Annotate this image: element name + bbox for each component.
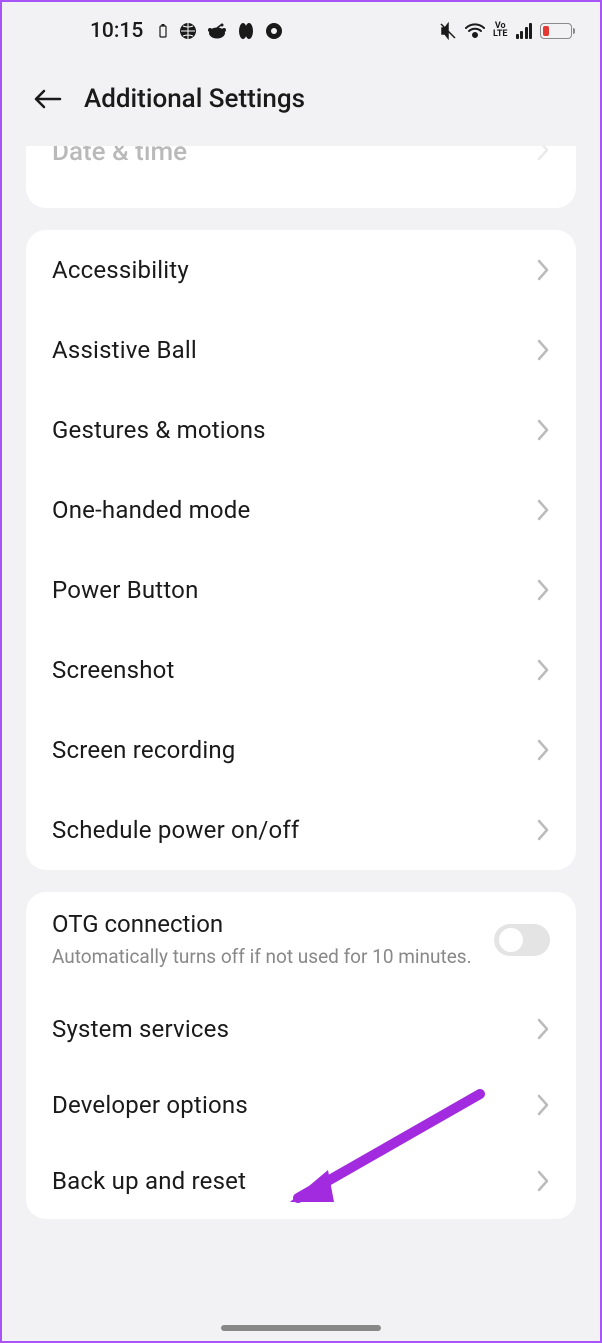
- back-button[interactable]: [32, 83, 64, 115]
- nav-bar[interactable]: [221, 1325, 381, 1331]
- row-screen-recording[interactable]: Screen recording: [26, 710, 576, 790]
- status-bar: 10:15 VoLTE: [2, 2, 600, 60]
- chevron-right-icon: [536, 1169, 550, 1193]
- row-label: Assistive Ball: [52, 336, 197, 364]
- settings-group-1: Accessibility Assistive Ball Gestures & …: [26, 230, 576, 870]
- chevron-right-icon: [536, 1093, 550, 1117]
- row-desc: Automatically turns off if not used for …: [52, 944, 474, 971]
- row-label: One-handed mode: [52, 496, 250, 524]
- row-date-time[interactable]: Date & time: [52, 146, 550, 186]
- row-label: Back up and reset: [52, 1167, 246, 1195]
- row-otg-text: OTG connection Automatically turns off i…: [52, 910, 494, 971]
- status-time: 10:15: [90, 19, 143, 43]
- settings-group-2: OTG connection Automatically turns off i…: [26, 892, 576, 1219]
- chevron-right-icon: [536, 578, 550, 602]
- row-schedule-power[interactable]: Schedule power on/off: [26, 790, 576, 870]
- chevron-right-icon: [536, 658, 550, 682]
- chevron-right-icon: [536, 738, 550, 762]
- row-label: Schedule power on/off: [52, 816, 299, 844]
- row-otg: OTG connection Automatically turns off i…: [26, 892, 576, 991]
- status-right: VoLTE: [439, 22, 572, 40]
- pill-icon: [237, 22, 255, 40]
- row-developer-options[interactable]: Developer options: [26, 1067, 576, 1143]
- row-label: Power Button: [52, 576, 199, 604]
- app-header: Additional Settings: [2, 60, 600, 138]
- row-label: Screenshot: [52, 656, 175, 684]
- toggle-knob: [499, 928, 523, 952]
- chevron-right-icon: [536, 146, 550, 166]
- row-power-button[interactable]: Power Button: [26, 550, 576, 630]
- volte-icon: VoLTE: [493, 23, 508, 38]
- chevron-right-icon: [536, 818, 550, 842]
- row-label: Accessibility: [52, 256, 189, 284]
- row-label: System services: [52, 1015, 229, 1043]
- otg-toggle[interactable]: [494, 924, 550, 956]
- row-screenshot[interactable]: Screenshot: [26, 630, 576, 710]
- row-system-services[interactable]: System services: [26, 991, 576, 1067]
- row-accessibility[interactable]: Accessibility: [26, 230, 576, 310]
- card-partial: Date & time: [26, 146, 576, 208]
- row-back-up-reset[interactable]: Back up and reset: [26, 1143, 576, 1219]
- mute-icon: [439, 22, 457, 40]
- wifi-icon: [465, 23, 485, 39]
- chevron-right-icon: [536, 258, 550, 282]
- row-gestures[interactable]: Gestures & motions: [26, 390, 576, 470]
- status-left: 10:15: [90, 19, 283, 43]
- row-label: Date & time: [52, 146, 187, 167]
- reddit-icon: [207, 23, 227, 39]
- chevron-right-icon: [536, 338, 550, 362]
- row-label: Gestures & motions: [52, 416, 266, 444]
- chevron-right-icon: [536, 1017, 550, 1041]
- signal-icon: [516, 23, 533, 39]
- row-assistive-ball[interactable]: Assistive Ball: [26, 310, 576, 390]
- chevron-right-icon: [536, 418, 550, 442]
- chevron-right-icon: [536, 498, 550, 522]
- row-label: Developer options: [52, 1091, 248, 1119]
- row-label: OTG connection: [52, 910, 474, 938]
- circle-icon: [265, 22, 283, 40]
- page-title: Additional Settings: [84, 84, 305, 114]
- row-one-handed[interactable]: One-handed mode: [26, 470, 576, 550]
- battery-icon: [540, 23, 572, 39]
- globe-icon: [179, 22, 197, 40]
- settings-content: Date & time Accessibility Assistive Ball…: [2, 146, 600, 1219]
- charging-icon: [157, 24, 169, 38]
- row-label: Screen recording: [52, 736, 235, 764]
